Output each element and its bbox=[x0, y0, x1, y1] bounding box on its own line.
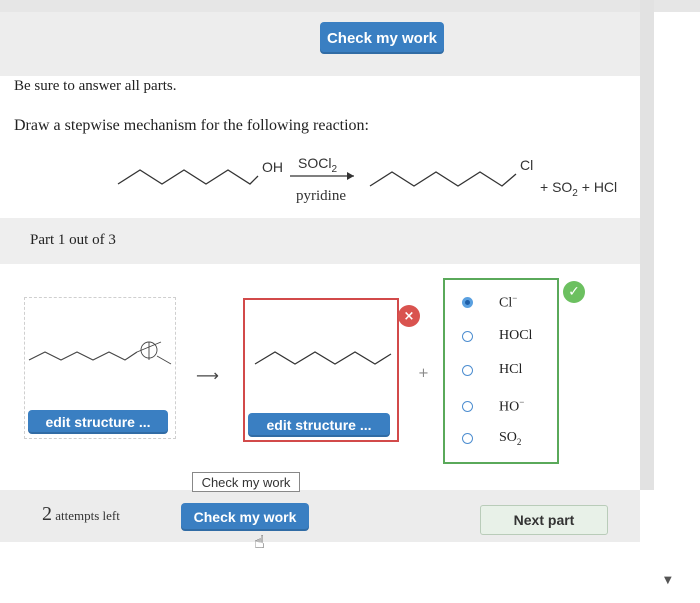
choice-hcl[interactable]: HCl bbox=[462, 358, 552, 382]
plus-sign: + bbox=[418, 366, 429, 381]
choice-label-so2: SO2 bbox=[499, 429, 522, 447]
choice-hydroxide[interactable]: HO− bbox=[462, 394, 552, 418]
reaction-arrowhead bbox=[347, 172, 354, 180]
reagent-label: SOCl2 bbox=[298, 155, 337, 175]
arrow-right-icon: ⟶ bbox=[196, 366, 219, 385]
radio-hydroxide[interactable] bbox=[462, 400, 473, 412]
radio-hocl[interactable] bbox=[462, 330, 473, 342]
check-my-work-tooltip: Check my work bbox=[192, 472, 300, 492]
edit-structure-button-2[interactable]: edit structure ... bbox=[248, 413, 390, 437]
choice-hocl[interactable]: HOCl bbox=[462, 324, 552, 348]
choice-label-chloride: Cl− bbox=[499, 292, 518, 311]
check-my-work-button-bottom[interactable]: Check my work bbox=[181, 503, 309, 531]
attempts-left: 2 attempts left bbox=[42, 503, 120, 526]
check-my-work-button-top[interactable]: Check my work bbox=[320, 22, 444, 54]
close-icon[interactable]: × bbox=[398, 305, 420, 327]
attempts-text: attempts left bbox=[55, 508, 120, 523]
top-band bbox=[0, 0, 700, 12]
product-chain bbox=[369, 171, 517, 187]
hand-cursor-icon: ☝ bbox=[254, 532, 265, 553]
radio-chloride[interactable] bbox=[462, 296, 473, 308]
choice-label-hydroxide: HO− bbox=[499, 396, 525, 415]
next-part-button[interactable]: Next part bbox=[480, 505, 608, 535]
edit-structure-button-1[interactable]: edit structure ... bbox=[28, 410, 168, 434]
instruction-answer-all: Be sure to answer all parts. bbox=[14, 78, 177, 94]
reactant-oh-label: OH bbox=[262, 159, 283, 175]
radio-so2[interactable] bbox=[462, 432, 473, 444]
part-label: Part 1 out of 3 bbox=[30, 232, 116, 248]
structure-drawing-2 bbox=[254, 351, 392, 365]
content-right-border bbox=[640, 0, 654, 490]
structure-drawing-1 bbox=[28, 341, 172, 365]
reaction-scheme: OH SOCl2 pyridine Cl + SO2 + HCl bbox=[117, 155, 617, 204]
product-cl-label: Cl bbox=[520, 157, 533, 173]
choice-chloride[interactable]: Cl− bbox=[462, 290, 552, 314]
radio-hcl[interactable] bbox=[462, 364, 473, 376]
reactant-chain bbox=[117, 169, 259, 185]
byproducts-label: + SO2 + HCl bbox=[540, 179, 617, 199]
choice-so2[interactable]: SO2 bbox=[462, 426, 552, 450]
instruction-draw-mechanism: Draw a stepwise mechanism for the follow… bbox=[14, 117, 369, 134]
scroll-down-icon[interactable]: ▼ bbox=[664, 575, 672, 586]
attempts-count: 2 bbox=[42, 503, 52, 525]
choice-label-hcl: HCl bbox=[499, 362, 523, 377]
checkmark-icon: ✓ bbox=[563, 281, 585, 303]
solvent-label: pyridine bbox=[296, 188, 346, 204]
choice-label-hocl: HOCl bbox=[499, 328, 533, 343]
